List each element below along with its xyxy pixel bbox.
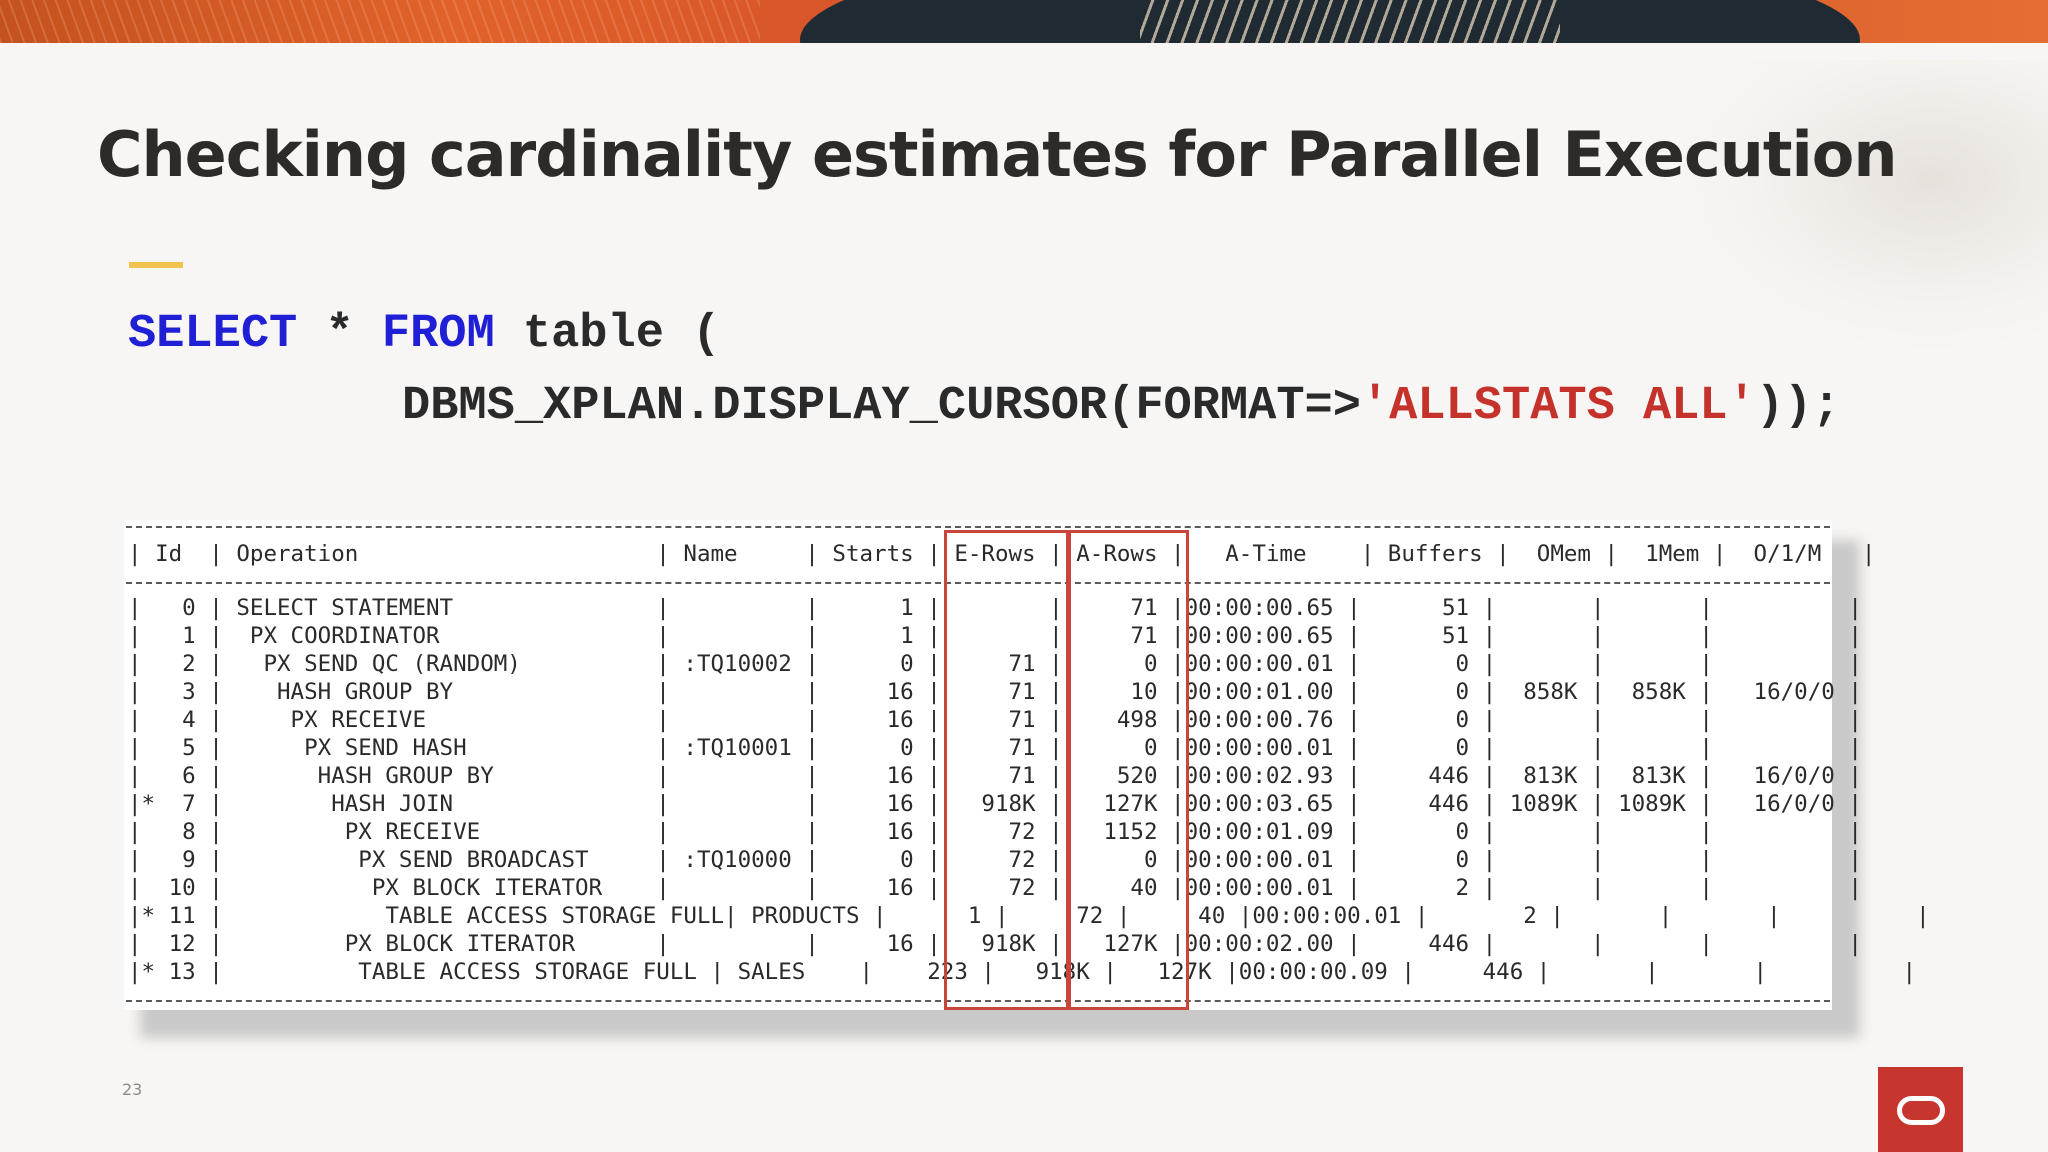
format-string: 'ALLSTATS ALL' (1360, 380, 1756, 433)
sql-code-line-1: SELECT * FROM table ( (128, 308, 720, 361)
display-cursor-call: DBMS_XPLAN.DISPLAY_CURSOR(FORMAT=> (402, 380, 1361, 433)
a-rows-highlight-box (1068, 530, 1189, 1010)
header-banner (0, 0, 2048, 43)
sql-code-line-2: DBMS_XPLAN.DISPLAY_CURSOR(FORMAT=>'ALLST… (402, 380, 1840, 433)
from-keyword: FROM (381, 308, 495, 361)
banner-swirl-pattern (1140, 0, 1560, 43)
call-suffix: )); (1755, 380, 1841, 433)
table-clause: table ( (494, 308, 721, 361)
select-star: * (297, 308, 382, 361)
background-decoration (1660, 60, 2048, 360)
slide-title: Checking cardinality estimates for Paral… (97, 118, 1897, 191)
e-rows-highlight-box (944, 530, 1069, 1010)
oracle-logo-icon (1878, 1067, 1963, 1152)
execution-plan-output: | Id | Operation | Name | Starts | E-Row… (124, 520, 1930, 1010)
plan-separator-top (126, 526, 1830, 528)
title-accent-bar (129, 262, 183, 268)
page-number: 23 (122, 1080, 143, 1099)
banner-texture (0, 0, 760, 43)
select-keyword: SELECT (128, 308, 298, 361)
